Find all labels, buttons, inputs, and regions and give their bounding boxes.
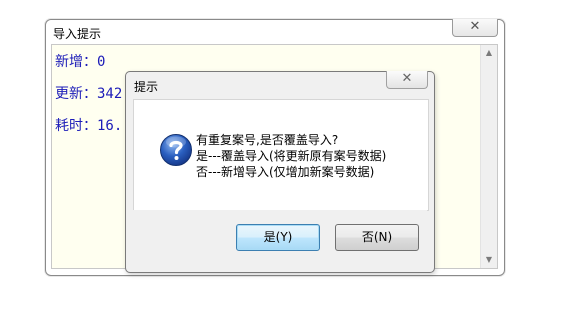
yes-button[interactable]: 是(Y) <box>236 224 320 251</box>
import-hint-title: 导入提示 <box>53 27 102 41</box>
scroll-up-icon[interactable]: ▲ <box>481 45 497 61</box>
no-button[interactable]: 否(N) <box>335 224 419 251</box>
import-hint-close-button[interactable]: ✕ <box>452 19 498 37</box>
prompt-dialog-close-button[interactable]: ✕ <box>386 71 428 89</box>
message-line-2: 是---覆盖导入(将更新原有案号数据) <box>196 149 387 163</box>
prompt-dialog: 提示 ✕ 有重复案号,是否覆盖导入? 是---覆盖导入(将更新原有案号数据) 否… <box>125 71 435 273</box>
close-icon: ✕ <box>401 71 413 86</box>
scroll-down-icon[interactable]: ▼ <box>481 252 497 268</box>
import-hint-titlebar: 导入提示 ✕ <box>46 19 504 44</box>
log-line-updated: 更新：342 <box>55 86 123 102</box>
close-icon: ✕ <box>469 19 481 34</box>
prompt-dialog-content: 有重复案号,是否覆盖导入? 是---覆盖导入(将更新原有案号数据) 否---新增… <box>133 99 429 211</box>
prompt-dialog-footer: 是(Y) 否(N) <box>133 210 427 266</box>
vertical-scrollbar[interactable]: ▲ ▼ <box>480 45 497 268</box>
log-line-added: 新增：0 <box>55 54 106 70</box>
question-icon <box>160 134 192 166</box>
message-line-3: 否---新增导入(仅增加新案号数据) <box>196 165 375 179</box>
prompt-dialog-title: 提示 <box>134 80 159 94</box>
log-line-elapsed: 耗时：16. <box>55 118 123 134</box>
message-line-1: 有重复案号,是否覆盖导入? <box>196 133 339 147</box>
